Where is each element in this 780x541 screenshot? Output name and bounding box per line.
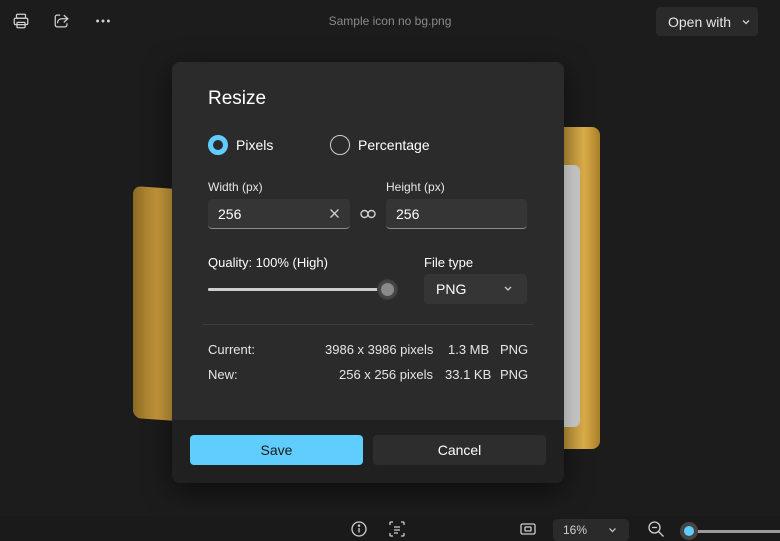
scan-text-icon[interactable] [388,520,406,538]
zoom-value: 16% [563,523,588,537]
current-label: Current: [208,342,255,357]
cancel-button[interactable]: Cancel [373,435,546,465]
radio-percentage-indicator[interactable] [330,135,350,155]
zoom-select[interactable]: 16% [553,519,629,541]
actual-size-icon[interactable] [519,520,537,538]
height-input[interactable]: 256 [386,199,527,229]
current-type: PNG [500,342,529,357]
top-toolbar: Sample icon no bg.png Open with [0,0,780,44]
dialog-title: Resize [208,88,267,109]
current-info-row: Current: 3986 x 3986 pixels 1.3 MB PNG [208,342,528,360]
quality-slider-thumb[interactable] [377,279,398,300]
new-dimensions: 256 x 256 pixels [339,367,433,382]
radio-pixels[interactable]: Pixels [208,135,273,155]
width-value: 256 [218,206,242,222]
quality-label: Quality: 100% (High) [208,255,328,270]
filetype-value: PNG [436,281,467,297]
current-size: 1.3 MB [448,342,490,357]
filetype-label: File type [424,255,474,270]
chevron-down-icon [742,19,750,24]
height-label: Height (px) [386,180,445,194]
link-aspect-ratio-icon[interactable] [360,208,376,220]
current-dimensions: 3986 x 3986 pixels [325,342,434,357]
width-input[interactable]: 256 [208,199,350,229]
new-label: New: [208,367,238,382]
radio-pixels-label: Pixels [236,137,274,153]
radio-percentage[interactable]: Percentage [330,135,430,155]
new-size: 33.1 KB [445,367,492,382]
zoom-slider-thumb[interactable] [680,522,698,540]
radio-pixels-indicator[interactable] [208,135,228,155]
open-with-label: Open with [668,13,732,30]
quality-slider-track[interactable] [208,288,388,291]
chevron-down-icon [504,286,512,291]
bottom-toolbar: 16% [0,516,780,541]
info-icon[interactable] [350,520,368,538]
clear-icon[interactable] [329,208,340,219]
image-preview-paper [562,165,580,427]
quality-slider-fill [208,288,388,291]
new-info-row: New: 256 x 256 pixels 33.1 KB PNG [208,367,528,385]
width-label: Width (px) [208,180,263,194]
new-type: PNG [500,367,529,382]
zoom-slider-track[interactable] [686,530,780,533]
dialog-footer: Save Cancel [172,420,564,483]
zoom-out-icon[interactable] [647,520,665,538]
radio-percentage-label: Percentage [358,137,430,153]
chevron-down-icon [609,528,616,533]
save-button[interactable]: Save [190,435,363,465]
height-value: 256 [396,206,420,222]
resize-dialog: Resize Pixels Percentage Width (px) 256 … [172,62,564,483]
filetype-select[interactable]: PNG [424,274,527,304]
open-with-button[interactable]: Open with [656,7,758,36]
divider [202,324,534,325]
